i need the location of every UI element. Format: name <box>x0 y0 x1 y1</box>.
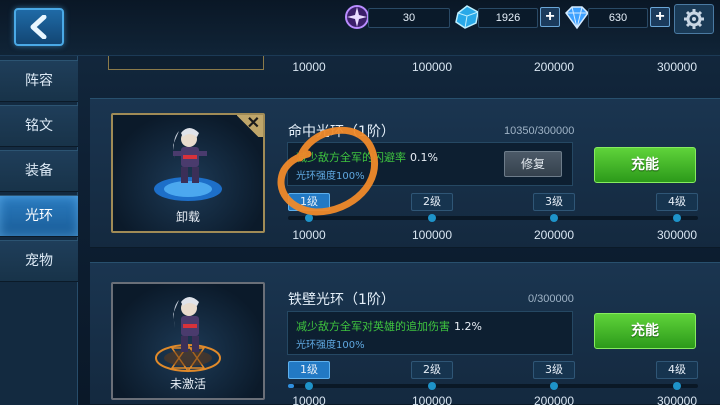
level-marker <box>550 382 558 390</box>
aura-effect-value: 1.2% <box>454 320 482 333</box>
sidebar-item-label: 光环 <box>25 208 53 224</box>
blue-gem-count: 1926 <box>478 8 538 28</box>
top-bar: 30 1926 + 630 + <box>0 0 720 56</box>
level-marker <box>673 382 681 390</box>
chevron-left-icon <box>30 15 47 39</box>
level-threshold: 10000 <box>292 394 326 405</box>
level-tab-1[interactable]: 1级 <box>288 361 330 379</box>
level-progress-fill <box>288 384 294 388</box>
sidebar-item-label: 装备 <box>25 163 53 179</box>
level-tab-3[interactable]: 3级 <box>533 193 575 211</box>
charge-button[interactable]: 充能 <box>594 313 696 349</box>
previous-aura-card[interactable] <box>108 56 264 70</box>
level-threshold: 100000 <box>411 60 453 74</box>
aura-hero-card[interactable]: ✕ 卸载 <box>111 113 265 233</box>
hero-figure-icon <box>155 297 221 373</box>
add-blue-gem-button[interactable]: + <box>540 7 560 27</box>
sidebar-item-label: 宠物 <box>25 253 53 269</box>
aura-progress: 10350/300000 <box>504 125 575 137</box>
level-marker <box>673 214 681 222</box>
aura-title: 铁壁光环（1阶） <box>288 292 395 308</box>
level-threshold: 200000 <box>533 394 575 405</box>
repair-button[interactable]: 修复 <box>504 151 562 177</box>
level-threshold: 100000 <box>411 394 453 405</box>
diamond-count: 630 <box>588 8 648 28</box>
level-marker <box>305 214 313 222</box>
aura-hero-card[interactable]: 未激活 <box>111 282 265 400</box>
aura-strength: 光环强度100% <box>296 340 365 351</box>
level-threshold: 300000 <box>656 394 698 405</box>
aura-title: 命中光环（1阶） <box>288 124 395 140</box>
level-threshold: 10000 <box>292 228 326 242</box>
back-button[interactable] <box>14 8 64 46</box>
sidebar-item-aura[interactable]: 光环 <box>0 195 78 237</box>
aura-effect-value: 0.1% <box>410 151 438 164</box>
sidebar-item-pet[interactable]: 宠物 <box>0 240 78 282</box>
level-tab-4[interactable]: 4级 <box>656 361 698 379</box>
level-marker <box>550 214 558 222</box>
level-tab-4[interactable]: 4级 <box>656 193 698 211</box>
sidebar-item-lineup[interactable]: 阵容 <box>0 60 78 102</box>
aura-effect-text: 减少敌方全军对英雄的追加伤害 <box>296 320 450 333</box>
settings-button[interactable] <box>674 4 714 34</box>
aura-strength: 光环强度100% <box>296 171 365 182</box>
charge-button[interactable]: 充能 <box>594 147 696 183</box>
card-caption: 卸载 <box>175 210 200 224</box>
sidebar-item-equipment[interactable]: 装备 <box>0 150 78 192</box>
sidebar-item-label: 铭文 <box>25 118 53 134</box>
gear-icon <box>684 9 704 29</box>
sidebar: 阵容 铭文 装备 光环 宠物 <box>0 56 78 405</box>
card-caption: 未激活 <box>169 377 206 391</box>
aura-description: 减少敌方全军对英雄的追加伤害 1.2% 光环强度100% <box>287 311 573 355</box>
aura-progress: 0/300000 <box>528 293 574 305</box>
purple-crystal-count: 30 <box>368 8 450 28</box>
level-marker <box>428 382 436 390</box>
level-tab-1[interactable]: 1级 <box>288 193 330 211</box>
level-threshold: 100000 <box>411 228 453 242</box>
hero-figure-icon <box>154 128 222 201</box>
add-diamond-button[interactable]: + <box>650 7 670 27</box>
level-marker <box>428 214 436 222</box>
level-progress-track <box>288 384 698 388</box>
sidebar-item-label: 阵容 <box>25 73 53 89</box>
level-progress-track <box>288 216 698 220</box>
level-threshold: 200000 <box>533 228 575 242</box>
aura-effect-text: 减少敌方全军的闪避率 <box>296 151 406 164</box>
level-threshold: 10000 <box>292 60 326 74</box>
sidebar-item-inscription[interactable]: 铭文 <box>0 105 78 147</box>
level-tab-2[interactable]: 2级 <box>411 361 453 379</box>
level-marker <box>305 382 313 390</box>
level-tab-3[interactable]: 3级 <box>533 361 575 379</box>
level-threshold: 200000 <box>533 60 575 74</box>
level-threshold: 300000 <box>656 60 698 74</box>
level-tab-2[interactable]: 2级 <box>411 193 453 211</box>
level-threshold: 300000 <box>656 228 698 242</box>
